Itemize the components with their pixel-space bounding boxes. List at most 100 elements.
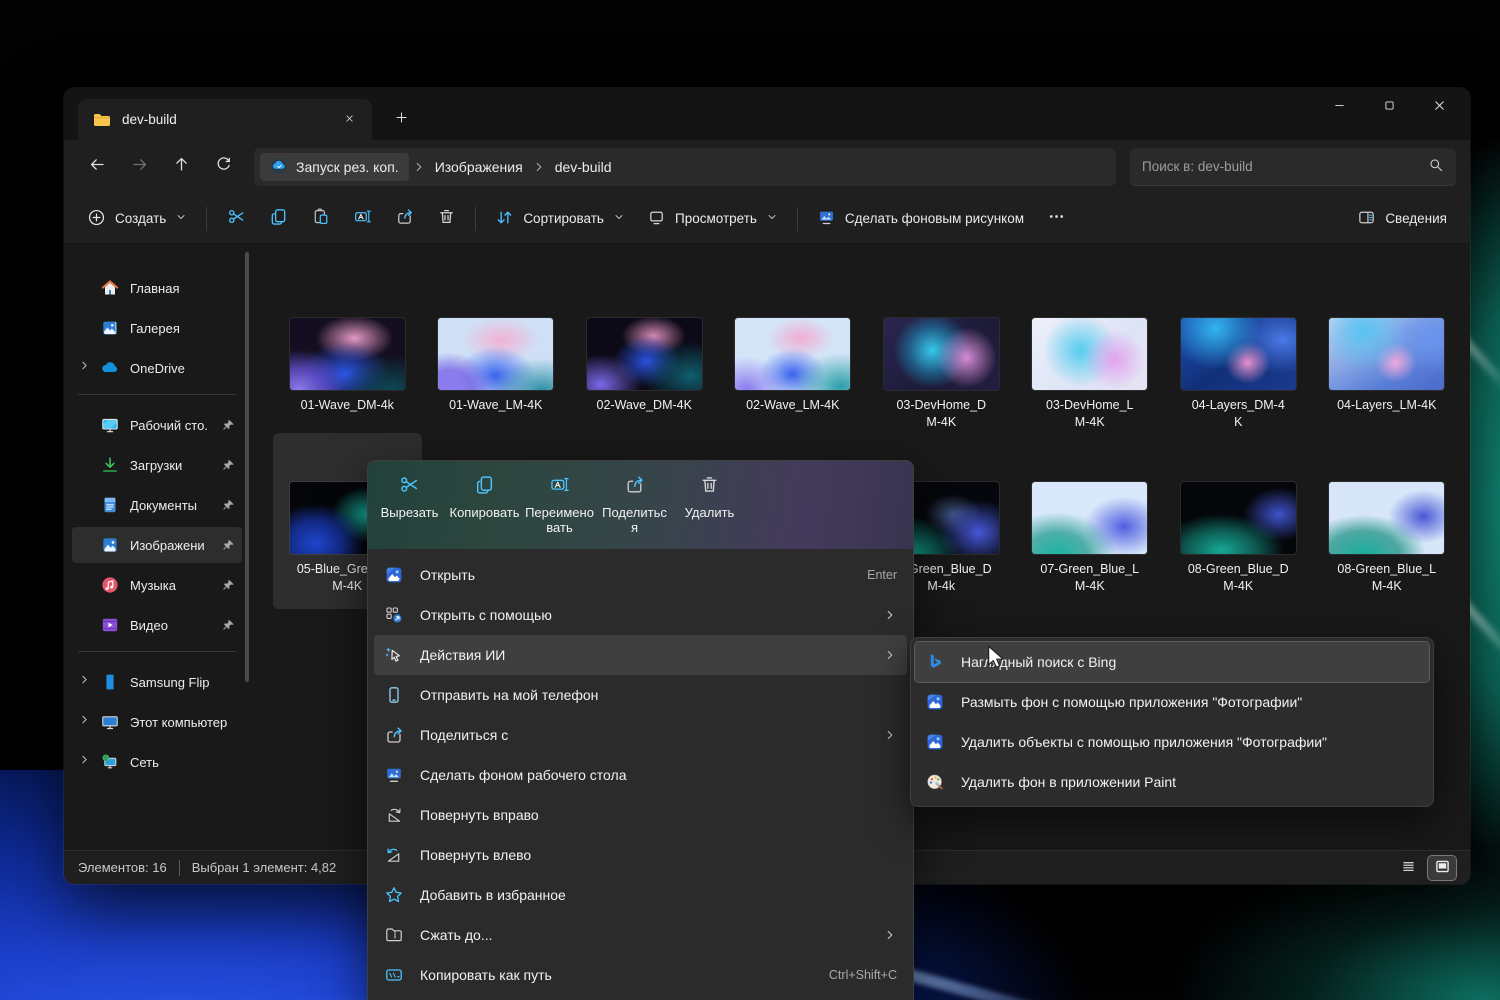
context-menu-item-label: Сделать фоном рабочего стола [420, 767, 897, 783]
new-tab-button[interactable] [386, 106, 416, 134]
refresh-button[interactable] [204, 150, 242, 184]
chevron-expand-icon[interactable] [78, 359, 96, 377]
file-name: 07-Green_Blue_LM-4K [1040, 561, 1139, 595]
pin-icon [221, 578, 236, 593]
file-tile[interactable]: 01-Wave_DM-4k [273, 269, 422, 433]
chevron-expand-icon[interactable] [78, 673, 96, 691]
sidebar-item[interactable]: Сеть [72, 744, 242, 780]
sidebar-item[interactable]: Галерея [72, 310, 242, 346]
sidebar-item[interactable]: Изображени [72, 527, 242, 563]
file-tile[interactable]: 04-Layers_LM-4K [1313, 269, 1462, 433]
submenu-item[interactable]: Удалить фон в приложении Paint [915, 762, 1429, 802]
context-menu-item[interactable]: Действия ИИ [374, 635, 907, 675]
file-tile[interactable]: 08-Green_Blue_DM-4K [1164, 433, 1313, 609]
file-tile[interactable]: 03-DevHome_LM-4K [1016, 269, 1165, 433]
context-menu-item[interactable]: Повернуть влево [374, 835, 907, 875]
context-command-button[interactable]: Переименовать [522, 467, 597, 549]
context-command-button[interactable]: Удалить [672, 467, 747, 549]
context-menu-item[interactable]: Поделиться с [374, 715, 907, 755]
sidebar-item[interactable]: Рабочий сто. [72, 407, 242, 443]
item-count: Элементов: 16 [78, 860, 167, 875]
chevron-right-icon [883, 648, 897, 662]
file-thumbnail [290, 318, 405, 390]
context-menu-item[interactable]: Повернуть вправо [374, 795, 907, 835]
details-pane-button[interactable]: Сведения [1346, 201, 1458, 237]
search-input[interactable]: Поиск в: dev-build [1130, 148, 1456, 186]
context-menu-item-label: Открыть [420, 567, 855, 583]
file-tile[interactable]: 07-Green_Blue_LM-4K [1016, 433, 1165, 609]
search-placeholder: Поиск в: dev-build [1142, 159, 1428, 174]
set-wallpaper-button[interactable]: Сделать фоновым рисунком [806, 201, 1035, 237]
submenu-item[interactable]: Удалить объекты с помощью приложения "Фо… [915, 722, 1429, 762]
view-button[interactable]: Просмотреть [636, 201, 789, 237]
sidebar-item[interactable]: OneDrive [72, 350, 242, 386]
paste-button[interactable] [299, 201, 341, 237]
back-button[interactable] [78, 150, 116, 184]
chevron-expand-icon[interactable] [78, 753, 96, 771]
sidebar-item[interactable]: Видео [72, 607, 242, 643]
sidebar-item[interactable]: Главная [72, 270, 242, 306]
photos-app-icon [925, 732, 945, 752]
copy-button[interactable] [257, 201, 299, 237]
file-tile[interactable]: 01-Wave_LM-4K [422, 269, 571, 433]
minimize-button[interactable] [1314, 88, 1364, 128]
share-icon [384, 725, 404, 745]
sidebar-item[interactable]: Загрузки [72, 447, 242, 483]
context-menu-item[interactable]: Добавить в избранное [374, 875, 907, 915]
file-tile[interactable]: 02-Wave_DM-4K [570, 269, 719, 433]
sidebar-item[interactable]: Музыка [72, 567, 242, 603]
maximize-button[interactable] [1364, 88, 1414, 128]
large-icons-view-button[interactable] [1428, 856, 1456, 880]
context-menu-item[interactable]: Открыть Enter [374, 555, 907, 595]
sidebar-item[interactable]: Документы [72, 487, 242, 523]
zip-icon [384, 925, 404, 945]
rename-button[interactable] [341, 201, 383, 237]
address-bar: Запуск рез. коп. Изображения dev-build П… [64, 140, 1470, 194]
breadcrumb-pictures[interactable]: Изображения [427, 155, 531, 179]
rotate-right-icon [384, 805, 404, 825]
context-menu-item[interactable]: Сделать фоном рабочего стола [374, 755, 907, 795]
new-button[interactable]: Создать [76, 201, 198, 237]
sidebar-item-label: Видео [130, 618, 221, 633]
details-pane-label: Сведения [1385, 211, 1447, 226]
sidebar-item[interactable]: Samsung Flip [72, 664, 242, 700]
star-icon [384, 885, 404, 905]
delete-button[interactable] [425, 201, 467, 237]
chevron-expand-icon[interactable] [78, 713, 96, 731]
cut-button[interactable] [215, 201, 257, 237]
tab-close-icon[interactable] [336, 107, 362, 133]
more-options-button[interactable] [1035, 201, 1077, 237]
sidebar-item[interactable]: Этот компьютер [72, 704, 242, 740]
chevron-right-icon [412, 160, 426, 174]
sidebar-item-label: Документы [130, 498, 221, 513]
context-menu-item-label: Сжать до... [420, 927, 871, 943]
file-tile[interactable]: 04-Layers_DM-4K [1164, 269, 1313, 433]
details-view-button[interactable] [1394, 856, 1422, 880]
context-menu-item[interactable]: Сжать до... [374, 915, 907, 955]
close-button[interactable] [1414, 88, 1464, 128]
context-command-button[interactable]: Поделиться [597, 467, 672, 549]
context-command-button[interactable]: Копировать [447, 467, 522, 549]
forward-button[interactable] [120, 150, 158, 184]
file-tile[interactable]: 03-DevHome_DM-4K [867, 269, 1016, 433]
breadcrumb-current[interactable]: dev-build [547, 155, 620, 179]
context-command-button[interactable]: Вырезать [372, 467, 447, 549]
share-button[interactable] [383, 201, 425, 237]
context-menu-item-label: Повернуть влево [420, 847, 897, 863]
file-name: 02-Wave_DM-4K [597, 397, 692, 414]
file-tile[interactable]: 02-Wave_LM-4K [719, 269, 868, 433]
sidebar-scrollbar[interactable] [245, 252, 249, 682]
breadcrumb-root[interactable]: Запуск рез. коп. [260, 153, 409, 181]
context-menu-item-label: Копировать как путь [420, 967, 817, 983]
breadcrumb[interactable]: Запуск рез. коп. Изображения dev-build [254, 148, 1116, 186]
file-tile[interactable]: 08-Green_Blue_LM-4K [1313, 433, 1462, 609]
context-menu-item[interactable]: Отправить на мой телефон [374, 675, 907, 715]
tab-dev-build[interactable]: dev-build [78, 99, 372, 140]
context-menu-item[interactable]: Открыть с помощью [374, 595, 907, 635]
up-button[interactable] [162, 150, 200, 184]
submenu-item[interactable]: Размыть фон с помощью приложения "Фотогр… [915, 682, 1429, 722]
file-thumbnail [884, 318, 999, 390]
rename-icon [549, 474, 570, 500]
context-menu-item[interactable]: Копировать как путь Ctrl+Shift+C [374, 955, 907, 995]
sort-button[interactable]: Сортировать [484, 201, 636, 237]
